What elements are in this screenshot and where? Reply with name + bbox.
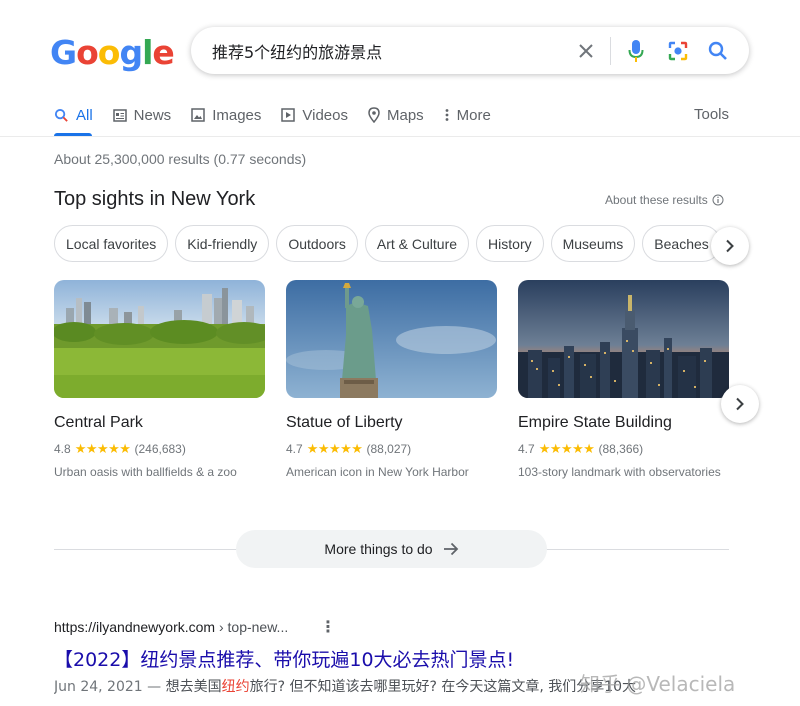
chip-outdoors[interactable]: Outdoors: [276, 225, 358, 262]
chip-art-culture[interactable]: Art & Culture: [364, 225, 470, 262]
chip-history[interactable]: History: [476, 225, 544, 262]
tab-news[interactable]: News: [112, 104, 171, 126]
header-divider: [0, 136, 800, 137]
zhihu-watermark: 知乎 @Velaciela: [580, 672, 736, 696]
sight-name: Statue of Liberty: [286, 414, 403, 431]
cards-next-button[interactable]: [721, 385, 759, 423]
result-menu-button[interactable]: ⋮: [320, 617, 336, 637]
map-pin-icon: [368, 107, 380, 123]
search-icon: [54, 108, 68, 122]
sight-description: Urban oasis with ballfields & a zoo: [54, 465, 237, 479]
sight-name: Central Park: [54, 414, 143, 431]
result-stats: About 25,300,000 results (0.77 seconds): [54, 151, 307, 167]
camera-lens-icon[interactable]: [665, 38, 691, 64]
about-these-results[interactable]: About these results: [605, 193, 724, 207]
info-icon: [712, 194, 724, 206]
star-rating-icon: ★★★★★: [74, 441, 131, 456]
chevron-right-icon: [736, 397, 744, 411]
star-rating-icon: ★★★★★: [538, 441, 595, 456]
section-title: Top sights in New York: [54, 188, 256, 210]
news-icon: [112, 108, 127, 122]
chips-next-button[interactable]: [711, 227, 749, 265]
search-icon[interactable]: [705, 38, 731, 64]
sight-rating: 4.7 ★★★★★ (88,027): [286, 441, 412, 456]
play-icon: [281, 108, 296, 122]
google-logo[interactable]: Google: [50, 33, 175, 72]
sight-rating: 4.8 ★★★★★ (246,683): [54, 441, 186, 456]
empire-state-building-image: [518, 280, 729, 398]
tab-all[interactable]: All: [54, 104, 93, 126]
sight-card-statue-of-liberty[interactable]: Statue of Liberty 4.7 ★★★★★ (88,027) Ame…: [286, 280, 497, 479]
sight-rating: 4.7 ★★★★★ (88,366): [518, 441, 644, 456]
result-title-link[interactable]: 【2022】纽约景点推荐、带你玩遍10大必去热门景点!: [54, 645, 514, 672]
arrow-right-icon: [443, 542, 458, 556]
chip-local-favorites[interactable]: Local favorites: [54, 225, 169, 262]
search-box: [191, 27, 749, 74]
sight-name: Empire State Building: [518, 414, 672, 431]
tab-images[interactable]: Images: [191, 104, 261, 126]
chip-museums[interactable]: Museums: [550, 225, 636, 262]
more-things-button[interactable]: More things to do: [236, 530, 547, 568]
image-icon: [191, 108, 205, 122]
star-rating-icon: ★★★★★: [306, 441, 363, 456]
chevron-right-icon: [726, 239, 734, 253]
sight-description: American icon in New York Harbor: [286, 465, 469, 479]
statue-of-liberty-image: [286, 280, 497, 398]
central-park-image: [54, 280, 265, 398]
tab-videos[interactable]: Videos: [281, 104, 348, 126]
search-tabs: All News Images Videos Maps More: [54, 104, 511, 136]
search-divider: [610, 37, 611, 65]
tab-more[interactable]: More: [444, 104, 491, 126]
tab-maps[interactable]: Maps: [368, 104, 424, 126]
sight-card-central-park[interactable]: Central Park 4.8 ★★★★★ (246,683) Urban o…: [54, 280, 265, 479]
search-input[interactable]: [212, 37, 572, 64]
clear-icon[interactable]: [573, 38, 599, 64]
tools-button[interactable]: Tools: [694, 106, 729, 123]
filter-chips: Local favorites Kid-friendly Outdoors Ar…: [54, 225, 744, 263]
chip-kid-friendly[interactable]: Kid-friendly: [175, 225, 270, 262]
sight-card-empire-state-building[interactable]: Empire State Building 4.7 ★★★★★ (88,366)…: [518, 280, 729, 479]
more-vertical-icon: [445, 109, 449, 121]
microphone-icon[interactable]: [623, 38, 649, 64]
sight-description: 103-story landmark with observatories: [518, 465, 721, 479]
result-url[interactable]: https://ilyandnewyork.com › top-new...: [54, 619, 288, 635]
chip-beaches[interactable]: Beaches: [642, 225, 721, 262]
